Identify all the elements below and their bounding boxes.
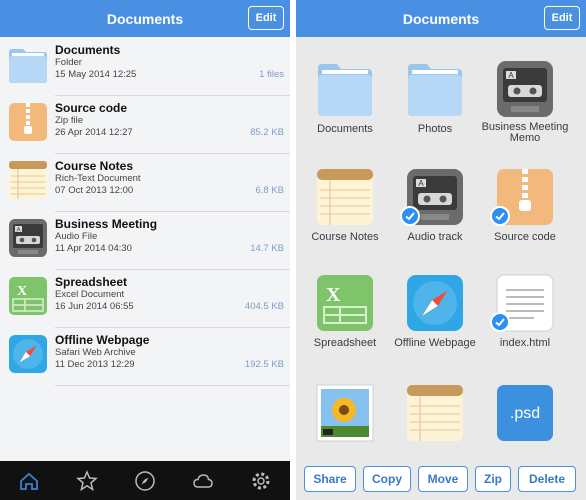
delete-button[interactable]: Delete: [518, 466, 576, 492]
grid-item[interactable]: Documents: [300, 58, 390, 162]
item-size: 404.5 KB: [244, 301, 284, 312]
folder-icon: [408, 64, 462, 116]
grid-item-label: index.html: [499, 337, 551, 349]
item-name: Documents: [55, 43, 121, 57]
tab-bar: [0, 461, 290, 500]
item-type: Zip file: [55, 115, 83, 126]
item-size: 6.8 KB: [255, 185, 284, 196]
cassette-icon: A: [9, 219, 47, 257]
grid-item[interactable]: Source code: [480, 166, 570, 270]
list-item[interactable]: Source code Zip file 26 Apr 2014 12:27 8…: [0, 96, 290, 154]
grid-item-label: Spreadsheet: [313, 337, 377, 349]
grid-item-label: Audio track: [407, 231, 463, 243]
grid-item[interactable]: A Business Meeting Memo: [480, 58, 570, 162]
grid-item[interactable]: Course Notes: [300, 166, 390, 270]
grid-view-panel: Documents Edit Documents Photos A Busine: [296, 0, 586, 500]
share-button[interactable]: Share: [304, 466, 356, 492]
grid-item[interactable]: A Audio track: [390, 166, 480, 270]
list-navbar: Documents Edit: [0, 0, 290, 37]
item-type: Folder: [55, 57, 82, 68]
gear-icon[interactable]: [250, 470, 272, 492]
zip-button[interactable]: Zip: [475, 466, 511, 492]
item-type: Safari Web Archive: [55, 347, 136, 358]
item-size: 85.2 KB: [250, 127, 284, 138]
spreadsheet-icon: X: [9, 277, 47, 315]
grid-item[interactable]: X Spreadsheet: [300, 272, 390, 376]
item-type: Audio File: [55, 231, 98, 242]
grid-navbar: Documents Edit: [296, 0, 586, 37]
selected-check-icon[interactable]: [490, 206, 510, 226]
grid-item-label: Business Meeting Memo: [481, 121, 569, 144]
svg-text:.psd: .psd: [510, 405, 540, 422]
folder-icon: [318, 64, 372, 116]
grid-item-label: Source code: [494, 231, 556, 243]
list-item[interactable]: Documents Folder 15 May 2014 12:25 1 fil…: [0, 38, 290, 96]
item-date: 26 Apr 2014 12:27: [55, 127, 133, 138]
item-date: 16 Jun 2014 06:55: [55, 301, 134, 312]
grid-item[interactable]: index.html: [480, 272, 570, 376]
item-date: 11 Apr 2014 04:30: [55, 243, 132, 254]
list-item[interactable]: X Spreadsheet Excel Document 16 Jun 2014…: [0, 270, 290, 328]
page-title: Documents: [402, 10, 480, 27]
cloud-icon[interactable]: [192, 470, 214, 492]
cassette-icon: A: [497, 61, 553, 117]
grid-item-label: Photos: [417, 123, 453, 135]
zip-icon: [9, 103, 47, 141]
item-name: Business Meeting: [55, 217, 158, 231]
compass-icon[interactable]: [134, 470, 156, 492]
list-item[interactable]: A Business Meeting Audio File 11 Apr 201…: [0, 212, 290, 270]
grid-item-label: Documents: [317, 123, 373, 135]
item-name: Source code: [55, 101, 128, 115]
move-button[interactable]: Move: [418, 466, 468, 492]
item-size: 192.5 KB: [244, 359, 284, 370]
grid-item-label: Course Notes: [311, 231, 379, 243]
home-icon[interactable]: [18, 470, 40, 492]
row-divider: [55, 385, 290, 386]
item-name: Offline Webpage: [55, 333, 150, 347]
folder-icon: [9, 49, 47, 83]
psd-icon: .psd: [497, 385, 553, 441]
item-type: Excel Document: [55, 289, 125, 300]
item-date: 11 Dec 2013 12:29: [55, 359, 135, 370]
item-date: 07 Oct 2013 12:00: [55, 185, 134, 196]
edit-button[interactable]: Edit: [248, 6, 284, 30]
svg-text:A: A: [16, 228, 20, 234]
item-name: Course Notes: [55, 159, 134, 173]
notes-icon: [317, 169, 373, 225]
list-item[interactable]: Offline Webpage Safari Web Archive 11 De…: [0, 328, 290, 386]
svg-text:A: A: [508, 71, 514, 80]
item-size: 1 files: [259, 69, 284, 80]
photo-icon: [316, 384, 374, 442]
svg-text:X: X: [17, 284, 27, 299]
item-name: Spreadsheet: [55, 275, 128, 289]
selected-check-icon[interactable]: [490, 312, 510, 332]
grid-item-label: Offline Webpage: [394, 337, 476, 349]
action-bar: Share Copy Move Zip Delete: [296, 466, 586, 494]
page-title: Documents: [106, 10, 184, 27]
list-item[interactable]: Course Notes Rich-Text Document 07 Oct 2…: [0, 154, 290, 212]
svg-text:X: X: [326, 284, 341, 306]
svg-text:A: A: [418, 179, 424, 188]
item-size: 14.7 KB: [250, 243, 284, 254]
grid-item[interactable]: Photos: [390, 58, 480, 162]
item-date: 15 May 2014 12:25: [55, 69, 137, 80]
grid-item[interactable]: Offline Webpage: [390, 272, 480, 376]
notes-icon: [407, 385, 463, 441]
edit-button[interactable]: Edit: [544, 6, 580, 30]
item-type: Rich-Text Document: [55, 173, 141, 184]
copy-button[interactable]: Copy: [363, 466, 411, 492]
spreadsheet-icon: X: [317, 275, 373, 331]
star-icon[interactable]: [76, 469, 98, 492]
safari-icon: [407, 275, 463, 331]
safari-icon: [9, 335, 47, 373]
list-view-panel: Documents Edit Documents Folder 15 May 2…: [0, 0, 290, 500]
notes-icon: [9, 161, 47, 199]
selected-check-icon[interactable]: [400, 206, 420, 226]
